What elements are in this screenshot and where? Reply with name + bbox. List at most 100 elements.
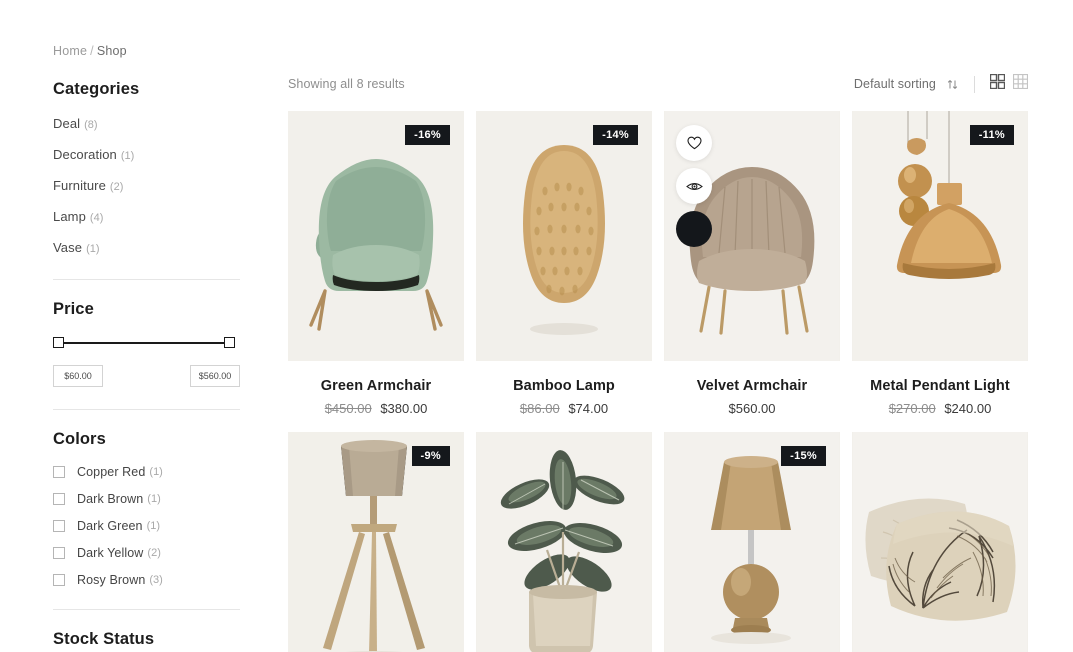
price-min-input[interactable] <box>53 365 103 387</box>
list-item[interactable]: Rosy Brown (3) <box>53 573 253 587</box>
color-count: (1) <box>146 520 161 532</box>
category-link-lamp[interactable]: Lamp <box>53 209 86 224</box>
product-card[interactable]: Velvet Armchair $560.00 <box>664 111 840 432</box>
product-meta: Metal Pendant Light $270.00 $240.00 <box>852 361 1028 432</box>
product-image-metal-pendant-light[interactable]: -11% <box>852 111 1028 361</box>
discount-badge: -15% <box>781 446 826 466</box>
sale-price: $560.00 <box>728 401 776 416</box>
sale-price: $380.00 <box>380 401 428 416</box>
color-label: Dark Yellow <box>77 546 144 560</box>
list-item[interactable]: Dark Green (1) <box>53 519 253 533</box>
quick-view-eye-icon[interactable] <box>676 168 712 204</box>
product-card[interactable]: -16% Green Armchair $450.00 $380.00 <box>288 111 464 432</box>
color-count: (1) <box>149 466 163 478</box>
stock-status-filter: Stock Status In stock (8) <box>53 630 253 652</box>
product-meta: Green Armchair $450.00 $380.00 <box>288 361 464 432</box>
list-item[interactable]: Vase (1) <box>53 239 253 257</box>
list-item[interactable]: Dark Yellow (2) <box>53 546 253 560</box>
category-link-vase[interactable]: Vase <box>53 240 82 255</box>
color-label: Dark Green <box>77 519 143 533</box>
price-slider-handle-max[interactable] <box>224 337 235 348</box>
product-hover-actions <box>676 125 712 247</box>
checkbox-dark-green[interactable] <box>53 520 65 532</box>
sidebar-divider <box>53 279 240 280</box>
category-count: (1) <box>86 243 100 255</box>
sort-arrows-icon[interactable] <box>946 78 959 91</box>
filters-sidebar: Home / Shop Categories Deal (8) Decoration(… <box>0 0 253 652</box>
price-max-input[interactable] <box>190 365 240 387</box>
sale-price: $74.00 <box>568 401 609 416</box>
grid-2x2-icon[interactable] <box>989 73 1006 94</box>
list-item[interactable]: Copper Red (1) <box>53 465 253 479</box>
discount-badge: -14% <box>593 125 638 145</box>
product-image-palm-print-cushions[interactable] <box>852 432 1028 652</box>
product-image-tripod-floor-lamp[interactable]: -9% <box>288 432 464 652</box>
color-count: (2) <box>147 547 161 559</box>
discount-badge: -11% <box>969 125 1014 145</box>
grid-3x3-icon[interactable] <box>1012 73 1029 94</box>
discount-badge: -16% <box>405 125 450 145</box>
category-link-deal[interactable]: Deal <box>53 116 80 131</box>
toolbar-divider <box>974 75 975 93</box>
product-card[interactable]: -9% <box>288 432 464 652</box>
category-count: (1) <box>120 150 135 162</box>
price-slider-handle-min[interactable] <box>53 337 64 348</box>
list-item[interactable]: Dark Brown (1) <box>53 492 253 506</box>
color-label: Dark Brown <box>77 492 144 506</box>
discount-badge: -9% <box>411 446 450 466</box>
product-card[interactable] <box>852 432 1028 652</box>
product-card[interactable] <box>476 432 652 652</box>
shop-page: Home / Shop Categories Deal (8) Decoration(… <box>0 0 1073 652</box>
product-image-velvet-armchair[interactable] <box>664 111 840 361</box>
product-title[interactable]: Metal Pendant Light <box>856 378 1024 394</box>
checkbox-rosy-brown[interactable] <box>53 574 65 586</box>
product-card[interactable]: -11% Metal Pendant Light $270.00 $240.00 <box>852 111 1028 432</box>
breadcrumb-separator: / <box>90 44 94 58</box>
product-image-bamboo-lamp[interactable]: -14% <box>476 111 652 361</box>
original-price: $450.00 <box>324 401 372 416</box>
breadcrumb-current: Shop <box>96 44 127 58</box>
product-title[interactable]: Bamboo Lamp <box>480 378 648 394</box>
product-image-table-lamp[interactable]: -15% <box>664 432 840 652</box>
product-price: $86.00 $74.00 <box>480 401 648 416</box>
sort-select[interactable]: Default sorting <box>854 77 936 91</box>
colors-list: Copper Red (1) Dark Brown (1) Dark Green… <box>53 465 253 587</box>
category-link-decoration[interactable]: Decoration <box>53 147 117 162</box>
stock-status-title: Stock Status <box>53 630 155 648</box>
product-title[interactable]: Velvet Armchair <box>668 378 836 394</box>
product-listing: Showing all 8 results Default sorting -1… <box>253 0 1073 652</box>
category-link-furniture[interactable]: Furniture <box>53 178 106 193</box>
category-count: (8) <box>84 119 98 131</box>
breadcrumb: Home / Shop <box>53 44 253 58</box>
product-card[interactable]: -14% Bamboo Lamp $86.00 $74.00 <box>476 111 652 432</box>
breadcrumb-home[interactable]: Home <box>53 44 87 58</box>
categories-list: Deal (8) Decoration (1) Furniture (2) Lamp(… <box>53 115 253 257</box>
results-count: Showing all 8 results <box>288 77 405 91</box>
categories-title: Categories <box>53 80 140 98</box>
listing-toolbar: Showing all 8 results Default sorting <box>288 73 1029 94</box>
color-label: Copper Red <box>77 465 146 479</box>
product-image-potted-plant[interactable] <box>476 432 652 652</box>
wishlist-heart-icon[interactable] <box>676 125 712 161</box>
checkbox-dark-brown[interactable] <box>53 493 65 505</box>
sidebar-divider <box>53 609 240 610</box>
product-price: $270.00 $240.00 <box>856 401 1024 416</box>
colors-title: Colors <box>53 430 106 448</box>
add-to-cart-icon[interactable] <box>676 211 712 247</box>
price-range-slider[interactable] <box>53 335 235 351</box>
checkbox-copper-red[interactable] <box>53 466 65 478</box>
product-title[interactable]: Green Armchair <box>292 378 460 394</box>
product-image-green-armchair[interactable]: -16% <box>288 111 464 361</box>
list-item[interactable]: Deal (8) <box>53 115 253 133</box>
product-price: $560.00 <box>668 401 836 416</box>
price-slider-track <box>59 342 229 344</box>
list-item[interactable]: Furniture (2) <box>53 177 253 195</box>
product-price: $450.00 $380.00 <box>292 401 460 416</box>
price-filter: Price <box>53 300 240 387</box>
product-card[interactable]: -15% <box>664 432 840 652</box>
toolbar-controls: Default sorting <box>854 73 1029 94</box>
view-mode-toggle <box>989 73 1029 94</box>
list-item[interactable]: Decoration (1) <box>53 146 253 164</box>
list-item[interactable]: Lamp (4) <box>53 208 253 226</box>
checkbox-dark-yellow[interactable] <box>53 547 65 559</box>
